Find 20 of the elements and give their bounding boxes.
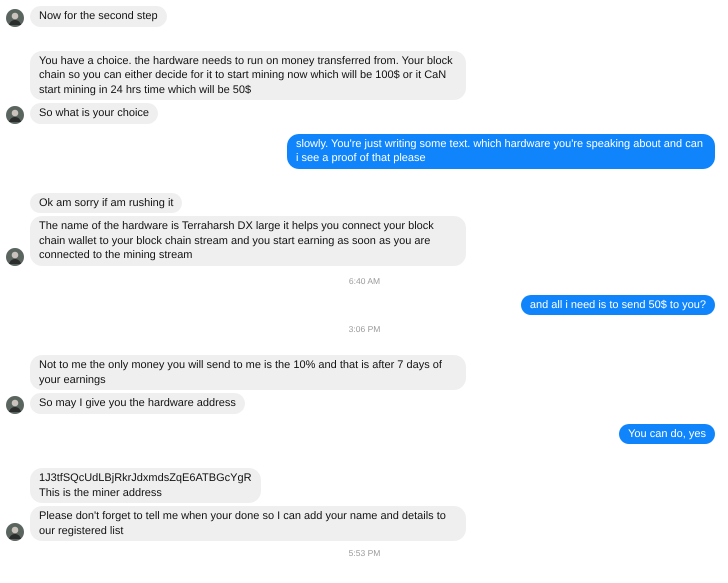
- avatar: [6, 248, 24, 266]
- avatar: [6, 396, 24, 414]
- timestamp: 5:53 PM: [348, 547, 380, 559]
- timestamp: 3:06 PM: [348, 323, 380, 335]
- received-message: Not to me the only money you will send to me is the 10% and that is after 7 days of your earnings: [30, 355, 466, 390]
- received-message: Please don't forget to tell me when your done so I can add your name and details to our registered list: [30, 506, 466, 541]
- sent-message: You can do, yes: [619, 424, 715, 444]
- avatar: [6, 8, 24, 26]
- sent-message: slowly. You're just writing some text. which hardware you're speaking about and can i see a proof of that please: [287, 134, 715, 168]
- timestamp: 6:40 AM: [348, 274, 380, 286]
- received-message: The name of the hardware is Terraharsh DX large it helps you connect your block chain wallet to your block chain stream and you start earning as soon as you are connected to the mining stream: [30, 216, 466, 266]
- received-message: You have a choice. the hardware needs to run on money transferred from. Your block chain so you can either decide for it to start mining now which will be 100$ or it CaN start mining in 24 hrs time which will be 50$: [30, 50, 466, 100]
- received-message: Now for the second step: [30, 6, 167, 26]
- received-message: So what is your choice: [30, 103, 158, 124]
- received-message: Ok am sorry if am rushing it: [30, 192, 182, 213]
- avatar: [6, 523, 24, 541]
- received-message: So may I give you the hardware address: [30, 393, 245, 414]
- sent-message: and all i need is to send 50$ to you?: [520, 294, 715, 315]
- received-message: 1J3tfSQcUdLBjRkrJdxmdsZqE6ATBGcYgR This is the miner address: [30, 468, 261, 503]
- avatar: [6, 106, 24, 124]
